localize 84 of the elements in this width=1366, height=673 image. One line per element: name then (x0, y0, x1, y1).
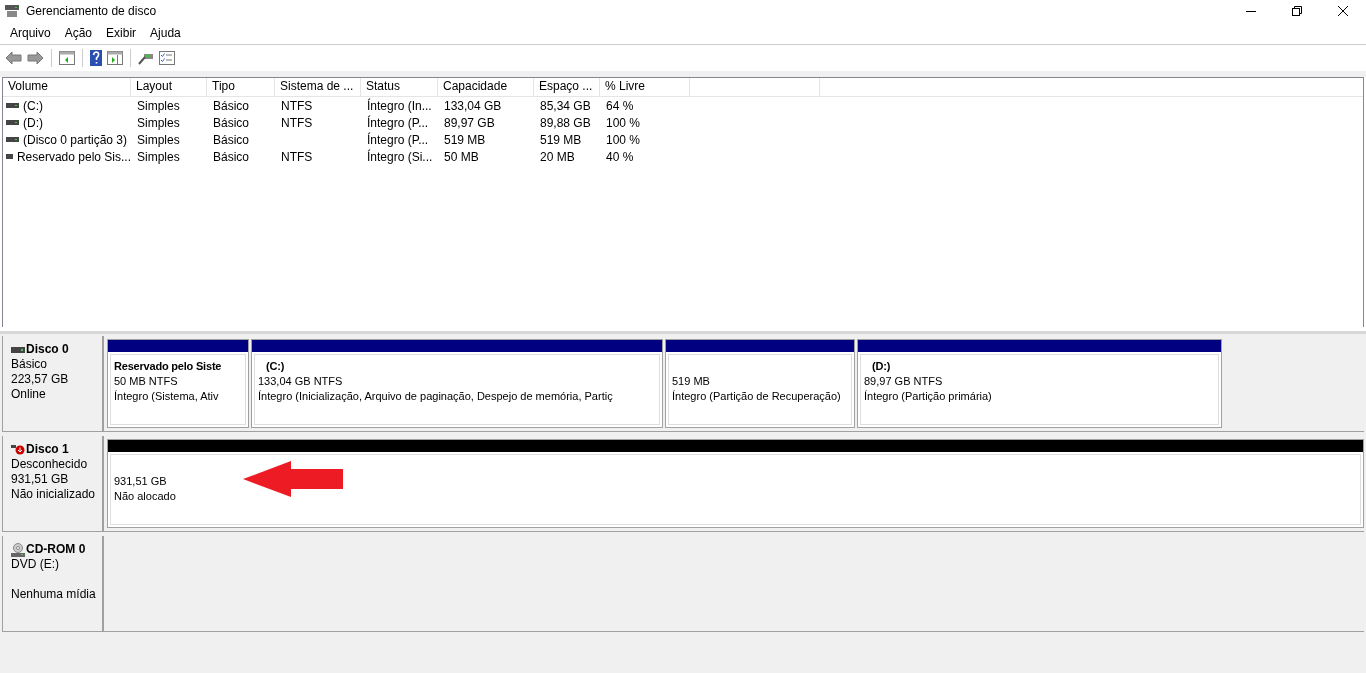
drive-icon (6, 137, 19, 142)
drive-icon (6, 120, 19, 125)
table-cell: 85,34 GB (540, 98, 591, 113)
unallocated-block[interactable]: 931,51 GB Não alocado (107, 439, 1364, 528)
partition-block[interactable]: (C:) 133,04 GB NTFS Íntegro (Inicialização, Arquivo de paginação, Despejo de memória, Partiç (251, 339, 663, 428)
disk-info-panel[interactable]: Disco 1 Desconhecido 931,51 GB Não inicializado (2, 436, 104, 531)
table-cell: Básico (213, 115, 250, 130)
table-cell: 20 MB (540, 149, 575, 164)
table-cell: 519 MB (540, 132, 582, 147)
partition-detail: 89,97 GB NTFS (864, 374, 944, 389)
table-cell: (C:) (23, 98, 43, 113)
partition-label: Reservado pelo Siste (114, 359, 223, 374)
disk-name: Disco 0 (26, 342, 69, 357)
disk-name: CD-ROM 0 (26, 542, 86, 557)
table-cell: NTFS (281, 115, 313, 130)
table-cell: Reservado pelo Sis... (16, 149, 131, 164)
close-icon[interactable] (1338, 6, 1348, 16)
table-cell: Básico (213, 132, 250, 147)
panel-icon[interactable] (107, 51, 123, 65)
partition-detail: Íntegro (Inicialização, Arquivo de paginação, Despejo de memória, Partiç (258, 389, 614, 404)
disk-status: Nenhuma mídia (11, 587, 97, 602)
table-cell: Simples (137, 115, 180, 130)
table-cell: 40 % (606, 149, 634, 164)
partition-detail: 133,04 GB NTFS (258, 374, 344, 389)
disk-size: 223,57 GB (11, 372, 70, 387)
disk-status: Não inicializado (11, 487, 97, 502)
partition-block[interactable]: Reservado pelo Siste 50 MB NTFS Íntegro (Sistema, Ativ (107, 339, 249, 428)
drive-icon (6, 154, 13, 159)
table-cell: (Disco 0 partição 3) (23, 132, 128, 147)
plug-icon[interactable] (138, 51, 154, 65)
back-icon[interactable] (5, 51, 22, 65)
table-cell: Básico (213, 149, 250, 164)
menu-item[interactable]: Arquivo (3, 26, 58, 40)
table-cell: 100 % (606, 132, 641, 147)
table-cell: Simples (137, 98, 180, 113)
partition-label: (D:) (871, 359, 892, 374)
partition-detail: Não alocado (114, 489, 177, 504)
cd-drive-icon (11, 542, 25, 557)
disk-status: Online (11, 387, 47, 402)
table-cell: Íntegro (P... (367, 132, 429, 147)
disk-info-panel[interactable]: CD-ROM 0 DVD (E:) Nenhuma mídia (2, 536, 104, 631)
table-cell: 50 MB (444, 149, 479, 164)
forward-icon[interactable] (27, 51, 44, 65)
disk-type: Básico (11, 357, 49, 372)
menu-item[interactable]: Ação (57, 26, 100, 40)
disk-type: Desconhecido (11, 457, 89, 472)
table-cell: Básico (213, 98, 250, 113)
disk-info-panel[interactable]: Disco 0 Básico 223,57 GB Online (2, 336, 104, 431)
window-title: Gerenciamento de disco (26, 4, 157, 18)
partition-detail: 519 MB (672, 374, 711, 389)
checklist-icon[interactable] (159, 51, 175, 65)
partition-block[interactable]: (D:) 89,97 GB NTFS Íntegro (Partição primária) (857, 339, 1222, 428)
partition-detail: Íntegro (Partição primária) (864, 389, 993, 404)
partition-detail: Íntegro (Sistema, Ativ (114, 389, 220, 404)
table-cell: 100 % (606, 115, 641, 130)
help-icon[interactable] (90, 50, 102, 66)
partition-detail: 50 MB NTFS (114, 374, 179, 389)
disk-management-icon (4, 4, 20, 18)
unallocated-block[interactable]: 519 MB Íntegro (Partição de Recuperação) (665, 339, 855, 428)
disk-size: 931,51 GB (11, 472, 70, 487)
menu-item[interactable]: Ajuda (143, 26, 188, 40)
menu-item[interactable]: Exibir (99, 26, 144, 40)
table-cell: (D:) (23, 115, 43, 130)
table-cell: NTFS (281, 149, 313, 164)
table-cell: 89,88 GB (540, 115, 591, 130)
table-cell: 133,04 GB (444, 98, 502, 113)
restore-icon[interactable] (1292, 6, 1302, 16)
table-cell: Íntegro (Si... (367, 149, 433, 164)
table-cell: Simples (137, 149, 180, 164)
disk-type: DVD (E:) (11, 557, 60, 572)
partition-detail: Íntegro (Partição de Recuperação) (672, 389, 842, 404)
partition-label: (C:) (265, 359, 286, 374)
table-cell: 64 % (606, 98, 634, 113)
table-cell: 89,97 GB (444, 115, 495, 130)
table-cell: Íntegro (In... (367, 98, 432, 113)
drive-icon (6, 103, 19, 108)
partition-detail: 931,51 GB (114, 474, 168, 489)
disk-error-icon (11, 444, 25, 455)
table-cell: NTFS (281, 98, 313, 113)
panel-icon[interactable] (59, 51, 75, 65)
table-cell: 519 MB (444, 132, 486, 147)
table-cell: Íntegro (P... (367, 115, 429, 130)
disk-name: Disco 1 (26, 442, 69, 457)
table-cell: Simples (137, 132, 180, 147)
